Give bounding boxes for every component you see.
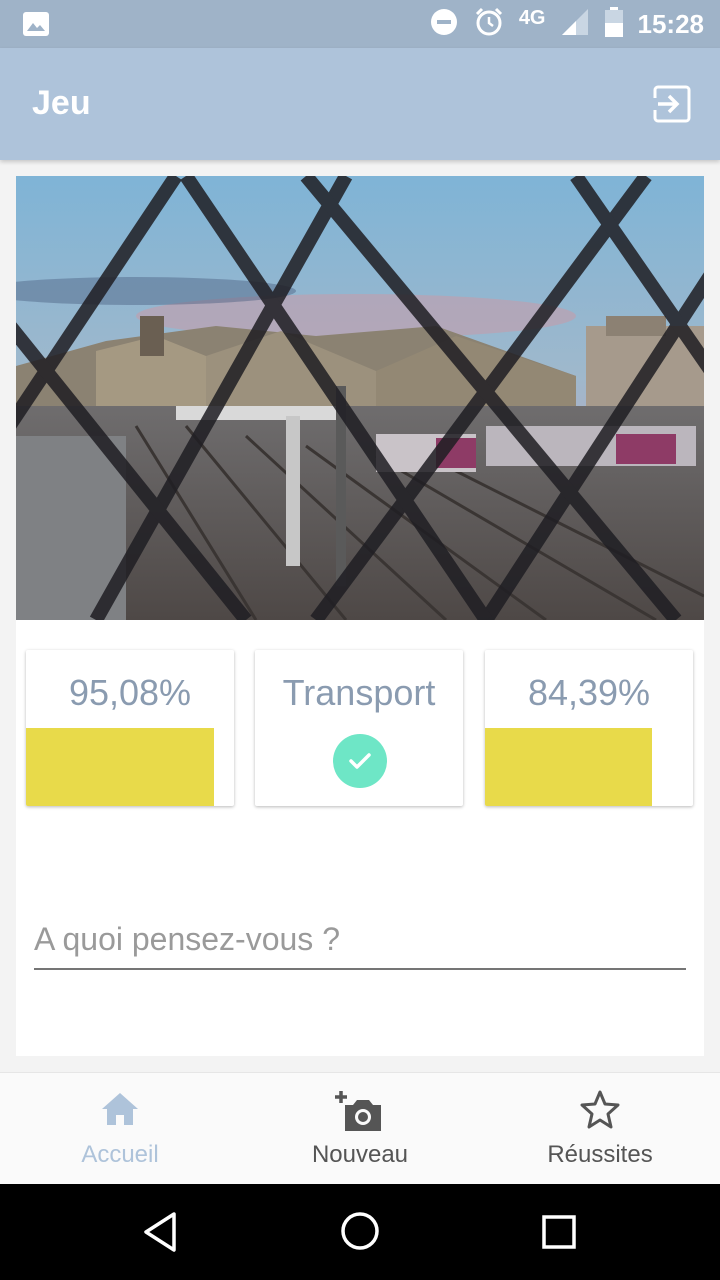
home-button-icon[interactable]	[339, 1210, 381, 1257]
star-icon	[579, 1089, 621, 1134]
nav-label-reussites: Réussites	[547, 1141, 653, 1168]
system-nav-bar	[0, 1184, 720, 1280]
status-bar: 4G 15:28	[0, 0, 720, 48]
game-card: 95,08% Transport 84,39%	[16, 176, 704, 1056]
exit-icon[interactable]	[652, 84, 692, 129]
back-icon[interactable]	[140, 1210, 180, 1259]
alarm-icon	[473, 6, 505, 43]
match-score-value: 95,08%	[68, 672, 192, 713]
check-icon	[333, 734, 387, 788]
page-title: Jeu	[32, 84, 91, 122]
app-bar: Jeu	[0, 48, 720, 160]
home-icon	[98, 1089, 142, 1134]
match-score-bar	[26, 728, 224, 806]
match-score-card: 95,08%	[26, 650, 234, 806]
category-label: Transport	[282, 672, 436, 713]
similarity-score-bar-fill	[485, 728, 653, 806]
similarity-score-card: 84,39%	[485, 650, 693, 806]
battery-icon	[604, 6, 624, 43]
dnd-icon	[429, 7, 459, 42]
network-type: 4G	[518, 6, 546, 29]
signal-icon	[560, 7, 590, 42]
bottom-nav: Accueil Nouveau Réussites	[0, 1072, 720, 1185]
nav-item-reussites[interactable]: Réussites	[480, 1073, 720, 1185]
match-score-bar-fill	[26, 728, 215, 806]
similarity-score-value: 84,39%	[527, 672, 651, 713]
category-card: Transport	[255, 650, 463, 806]
nav-item-nouveau[interactable]: Nouveau	[240, 1073, 480, 1185]
game-photo	[16, 176, 704, 620]
add-camera-icon	[335, 1089, 385, 1138]
image-icon	[22, 11, 50, 42]
nav-label-nouveau: Nouveau	[311, 1141, 409, 1168]
nav-item-accueil[interactable]: Accueil	[0, 1073, 240, 1185]
guess-input[interactable]	[34, 910, 686, 970]
recents-icon[interactable]	[541, 1214, 577, 1255]
similarity-score-bar	[485, 728, 683, 806]
nav-label-accueil: Accueil	[81, 1141, 159, 1168]
clock: 15:28	[637, 8, 705, 39]
